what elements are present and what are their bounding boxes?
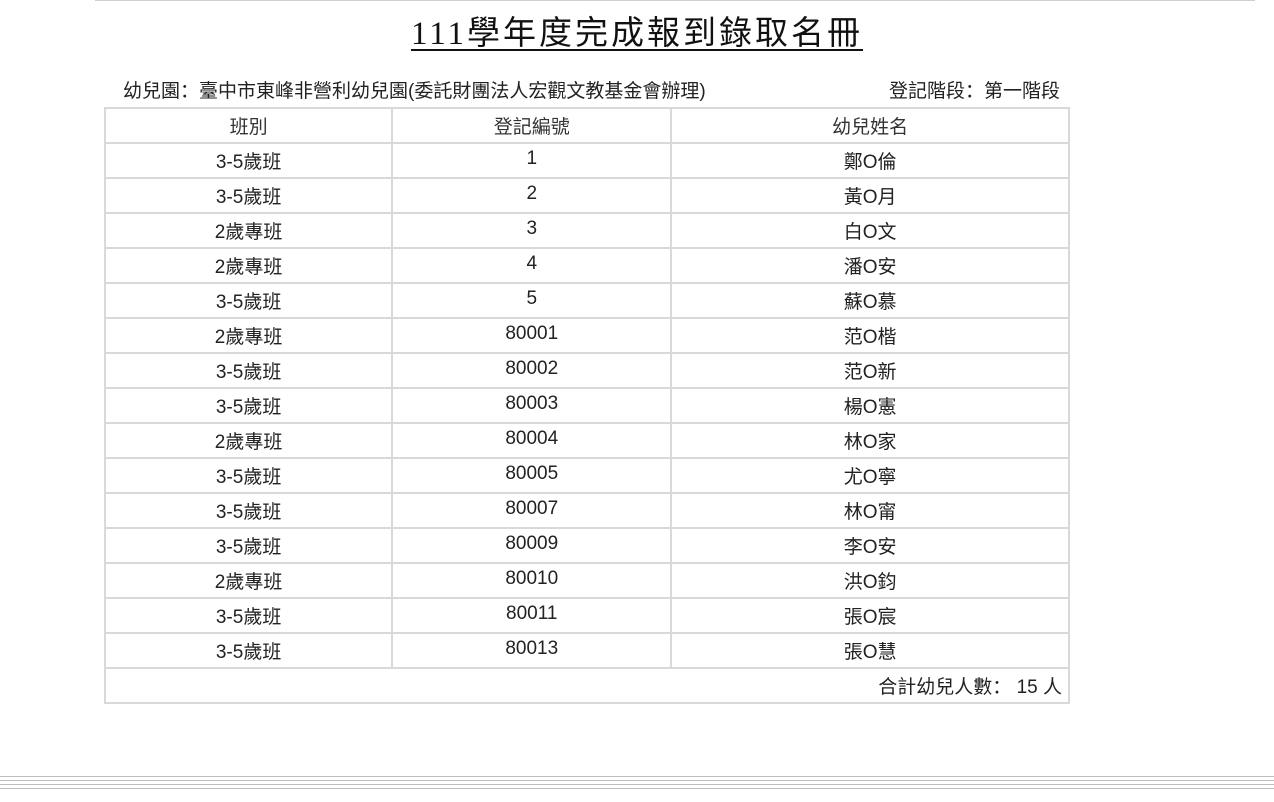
table-row: 2歲專班 80010 洪O鈞 [103,562,1070,599]
registration-number-cell: 80007 [391,492,673,529]
child-name-cell: 張O宸 [670,597,1070,634]
bottom-divider [0,776,1274,792]
class-cell: 3-5歲班 [103,632,394,669]
registration-number-cell: 80004 [391,422,673,459]
class-cell: 3-5歲班 [103,387,394,424]
page-title: 111學年度完成報到錄取名冊 [410,16,864,52]
top-divider [95,0,1255,1]
table-header-row: 班別 登記編號 幼兒姓名 [103,107,1070,144]
table-row: 3-5歲班 80011 張O宸 [103,597,1070,634]
class-cell: 3-5歲班 [103,492,394,529]
child-name-cell: 范O新 [670,352,1070,389]
enrollment-table: 班別 登記編號 幼兒姓名 3-5歲班 1 鄭O倫 3-5歲班 2 黃O月 2歲專… [103,107,1070,704]
child-name-cell: 張O慧 [670,632,1070,669]
registration-number-cell: 5 [391,282,673,319]
table-row: 2歲專班 80004 林O家 [103,422,1070,459]
registration-number-cell: 80005 [391,457,673,494]
registration-number-cell: 80002 [391,352,673,389]
class-cell: 2歲專班 [103,212,394,249]
registration-number-cell: 2 [391,177,673,214]
class-cell: 3-5歲班 [103,527,394,564]
child-name-cell: 楊O憲 [670,387,1070,424]
table-row: 3-5歲班 80002 范O新 [103,352,1070,389]
class-cell: 2歲專班 [103,247,394,284]
table-row: 3-5歲班 2 黃O月 [103,177,1070,214]
header-class: 班別 [103,107,394,144]
total-children-count: 合計幼兒人數： 15 人 [104,667,1070,704]
table-row: 2歲專班 80001 范O楷 [103,317,1070,354]
class-cell: 3-5歲班 [103,597,394,634]
registration-number-cell: 80013 [391,632,673,669]
table-row: 3-5歲班 80003 楊O憲 [103,387,1070,424]
class-cell: 3-5歲班 [103,142,394,179]
registration-number-cell: 80010 [391,562,673,599]
child-name-cell: 洪O鈞 [670,562,1070,599]
child-name-cell: 李O安 [670,527,1070,564]
class-cell: 3-5歲班 [103,457,394,494]
registration-number-cell: 1 [391,142,673,179]
registration-number-cell: 80001 [391,317,673,354]
header-registration-number: 登記編號 [391,107,673,144]
child-name-cell: 黃O月 [670,177,1070,214]
table-row: 2歲專班 4 潘O安 [103,247,1070,284]
class-cell: 2歲專班 [103,422,394,459]
table-total-row: 合計幼兒人數： 15 人 [104,667,1070,704]
child-name-cell: 范O楷 [670,317,1070,354]
header-child-name: 幼兒姓名 [670,107,1070,144]
table-row: 3-5歲班 80007 林O甯 [103,492,1070,529]
registration-number-cell: 80003 [391,387,673,424]
registration-number-cell: 4 [391,247,673,284]
child-name-cell: 潘O安 [670,247,1070,284]
registration-stage: 登記階段：第一階段 [889,81,1061,102]
registration-number-cell: 3 [391,212,673,249]
table-row: 3-5歲班 5 蘇O慕 [103,282,1070,319]
kindergarten-info: 幼兒園：臺中市東峰非營利幼兒園(委託財團法人宏觀文教基金會辦理) [123,81,706,102]
registration-number-cell: 80009 [391,527,673,564]
class-cell: 2歲專班 [103,317,394,354]
child-name-cell: 蘇O慕 [670,282,1070,319]
child-name-cell: 林O家 [670,422,1070,459]
class-cell: 3-5歲班 [103,352,394,389]
child-name-cell: 鄭O倫 [670,142,1070,179]
class-cell: 3-5歲班 [103,282,394,319]
table-row: 3-5歲班 80005 尤O寧 [103,457,1070,494]
class-cell: 3-5歲班 [103,177,394,214]
child-name-cell: 尤O寧 [670,457,1070,494]
registration-number-cell: 80011 [391,597,673,634]
class-cell: 2歲專班 [103,562,394,599]
table-row: 3-5歲班 80013 張O慧 [103,632,1070,669]
table-row: 2歲專班 3 白O文 [103,212,1070,249]
table-row: 3-5歲班 80009 李O安 [103,527,1070,564]
child-name-cell: 白O文 [670,212,1070,249]
table-row: 3-5歲班 1 鄭O倫 [103,142,1070,179]
child-name-cell: 林O甯 [670,492,1070,529]
